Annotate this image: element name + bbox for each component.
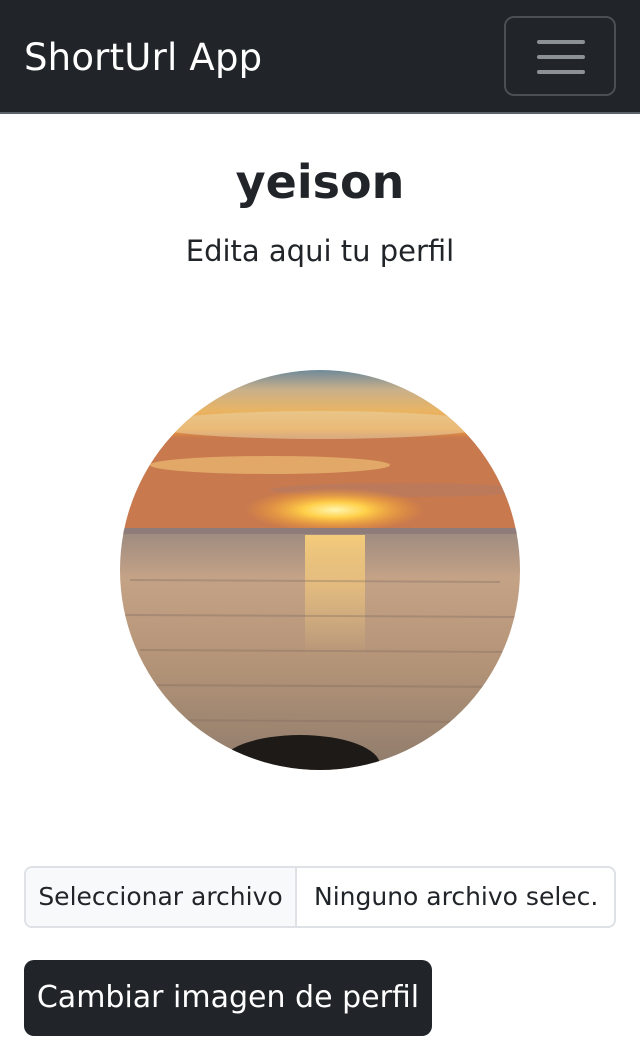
hamburger-bar [537, 55, 585, 59]
sunset-photo [120, 370, 520, 770]
profile-username: yeison [235, 155, 405, 209]
navbar: ShortUrl App [0, 0, 640, 114]
hamburger-bar [537, 70, 585, 74]
file-input[interactable]: Seleccionar archivo Ninguno archivo sele… [24, 866, 616, 928]
file-status-text: Ninguno archivo selec. [314, 882, 599, 911]
profile-subtitle: Edita aqui tu perfil [185, 234, 455, 268]
change-profile-image-button[interactable]: Cambiar imagen de perfil [24, 960, 432, 1036]
choose-file-button[interactable]: Seleccionar archivo [26, 868, 297, 926]
brand-link[interactable]: ShortUrl App [24, 34, 262, 82]
hamburger-menu-icon [537, 40, 585, 44]
profile-avatar [120, 370, 520, 770]
navbar-toggler-button[interactable] [504, 16, 616, 96]
